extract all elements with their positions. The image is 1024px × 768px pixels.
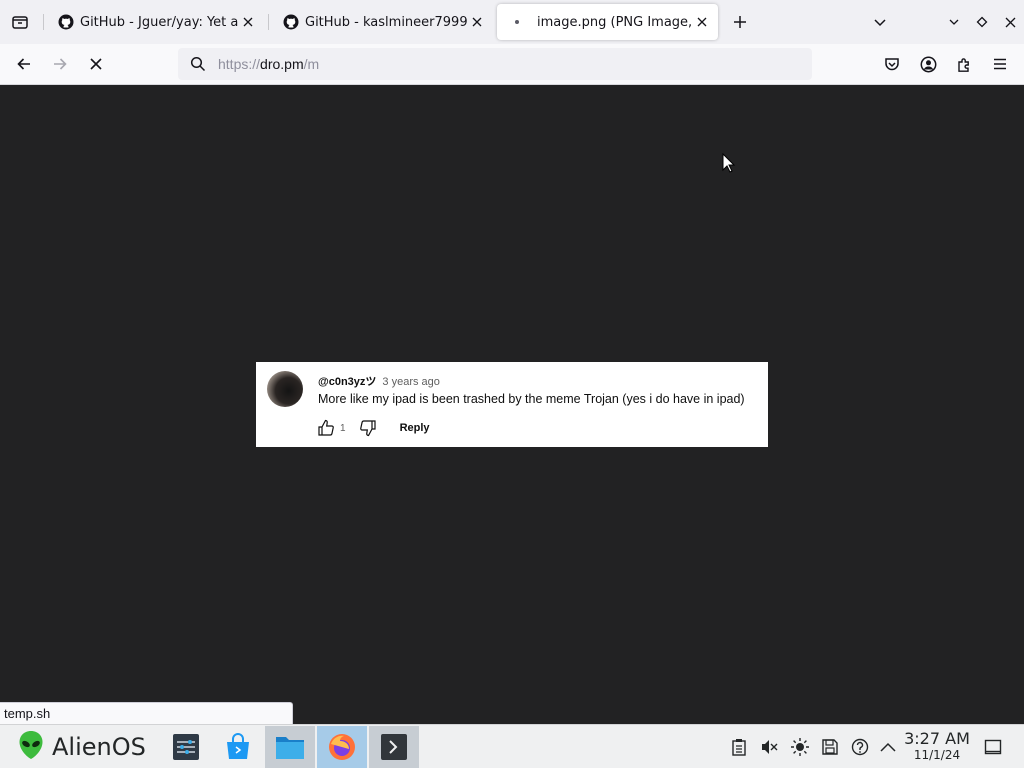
maximize-window-icon[interactable] (968, 8, 996, 36)
minimize-window-icon[interactable] (940, 8, 968, 36)
comment-time[interactable]: 3 years ago (382, 376, 439, 388)
tab-title: image.png (PNG Image, 5 (537, 14, 692, 30)
system-settings-icon[interactable] (161, 726, 211, 768)
tab-github-yay[interactable]: GitHub - Jguer/yay: Yet another (46, 4, 264, 40)
mouse-cursor-icon (722, 152, 736, 177)
menu-icon[interactable] (986, 50, 1014, 78)
search-icon (178, 56, 218, 72)
tab-title: GitHub - Jguer/yay: Yet another (80, 14, 238, 30)
pocket-icon[interactable] (878, 50, 906, 78)
terminal-icon[interactable] (369, 726, 419, 768)
clock-time: 3:27 AM (904, 729, 970, 748)
firefox-icon[interactable] (317, 726, 367, 768)
navigation-toolbar: https://dro.pm/m (0, 44, 1024, 85)
new-tab-icon[interactable] (726, 8, 754, 36)
thumbs-down-icon[interactable] (358, 418, 378, 438)
account-icon[interactable] (914, 50, 942, 78)
comment-actions: 1 Reply (316, 418, 430, 438)
thumbs-up-icon[interactable] (316, 418, 336, 438)
comment-card: @c0n3yzツ 3 years ago More like my ipad i… (256, 362, 768, 447)
extensions-icon[interactable] (950, 50, 978, 78)
stop-loading-icon[interactable] (82, 50, 110, 78)
forward-arrow-icon[interactable] (46, 50, 74, 78)
brightness-icon[interactable] (790, 737, 810, 757)
app-store-icon[interactable] (213, 726, 263, 768)
close-tab-icon[interactable] (238, 12, 258, 32)
chevron-up-icon[interactable] (878, 737, 898, 757)
tab-image-png[interactable]: image.png (PNG Image, 5 (497, 4, 718, 40)
clipboard-icon[interactable] (729, 737, 749, 757)
tab-bar: GitHub - Jguer/yay: Yet another GitHub -… (0, 0, 1024, 44)
page-content: @c0n3yzツ 3 years ago More like my ipad i… (0, 85, 1024, 724)
clock-date: 11/1/24 (913, 748, 961, 762)
file-manager-icon[interactable] (265, 726, 315, 768)
close-tab-icon[interactable] (692, 12, 712, 32)
application-launcher[interactable]: AlienOS (18, 729, 146, 765)
tab-title: GitHub - kaslmineer7999/S (305, 14, 467, 30)
show-desktop-icon[interactable] (983, 737, 1003, 757)
github-icon (283, 14, 299, 30)
disk-save-icon[interactable] (820, 737, 840, 757)
list-all-tabs-icon[interactable] (866, 8, 894, 36)
taskbar: AlienOS 3:27 AM 11/1/24 (0, 724, 1024, 768)
tab-overview-icon[interactable] (6, 8, 34, 36)
comment-author[interactable]: @c0n3yzツ (318, 373, 376, 389)
close-tab-icon[interactable] (467, 12, 487, 32)
github-icon (58, 14, 74, 30)
help-icon[interactable] (850, 737, 870, 757)
launcher-label: AlienOS (52, 733, 146, 761)
reply-button[interactable]: Reply (400, 422, 430, 434)
loading-dot-icon (509, 14, 525, 30)
avatar[interactable] (267, 371, 303, 407)
comment-text: More like my ipad is been trashed by the… (318, 392, 745, 406)
url-text[interactable]: https://dro.pm/m (218, 56, 319, 72)
clock[interactable]: 3:27 AM 11/1/24 (902, 729, 972, 763)
url-bar[interactable]: https://dro.pm/m (178, 48, 812, 80)
close-window-icon[interactable] (996, 8, 1024, 36)
volume-muted-icon[interactable] (759, 737, 779, 757)
back-arrow-icon[interactable] (10, 50, 38, 78)
status-bar: temp.sh (0, 702, 293, 724)
like-count: 1 (340, 422, 346, 434)
tab-github-kaslmineer[interactable]: GitHub - kaslmineer7999/S (271, 4, 493, 40)
alien-logo-icon (18, 730, 44, 764)
